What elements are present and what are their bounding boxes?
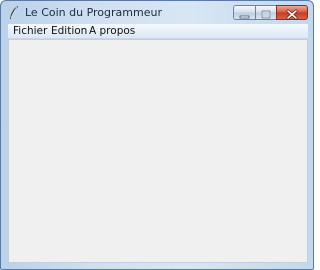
minimize-icon: [239, 15, 250, 19]
window-title: Le Coin du Programmeur: [25, 6, 162, 19]
client-area[interactable]: [8, 39, 308, 263]
menu-a-propos[interactable]: A propos: [89, 25, 135, 37]
title-bar[interactable]: Le Coin du Programmeur: [1, 1, 313, 24]
menu-fichier[interactable]: Fichier: [13, 25, 47, 37]
feather-icon: [10, 6, 18, 19]
maximize-icon: [261, 10, 271, 19]
menu-bar: Fichier Edition A propos: [8, 24, 308, 39]
close-icon: [286, 9, 298, 20]
minimize-button[interactable]: [233, 5, 256, 20]
menu-edition[interactable]: Edition: [51, 25, 87, 37]
maximize-button[interactable]: [255, 5, 277, 20]
close-button[interactable]: [276, 5, 308, 20]
app-window: Le Coin du Programmeur Fichier Edition A…: [0, 0, 314, 270]
